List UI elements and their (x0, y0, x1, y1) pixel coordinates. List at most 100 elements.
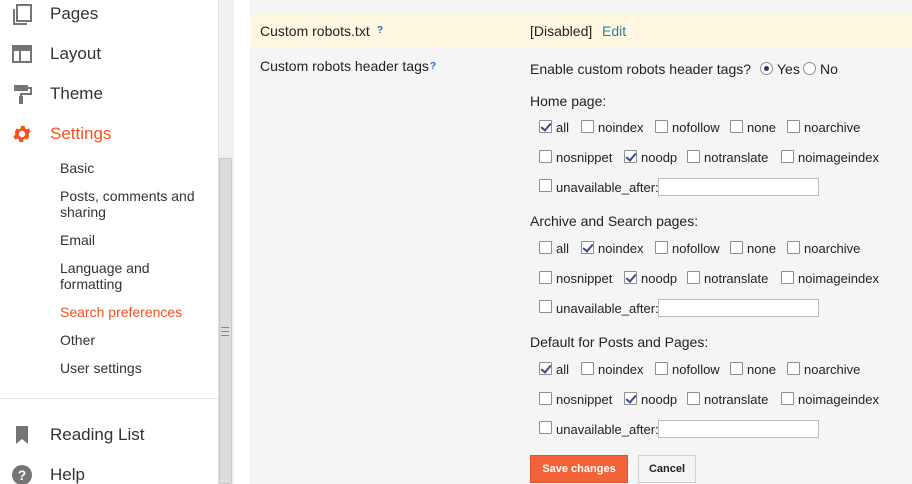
checkbox-home-nofollow[interactable] (655, 120, 668, 133)
checkbox-label: noimageindex (798, 150, 879, 165)
nav-item-label: Reading List (50, 425, 145, 444)
gear-icon (11, 123, 33, 145)
nav-item-theme[interactable]: Theme (0, 74, 218, 114)
checkbox-home-noindex[interactable] (581, 120, 594, 133)
checkbox-home-none[interactable] (730, 120, 743, 133)
section-title-archive-search: Archive and Search pages: (530, 213, 699, 229)
radio-yes-label: Yes (777, 61, 800, 77)
checkbox-archive-all[interactable] (539, 241, 552, 254)
checkbox-home-all[interactable] (539, 120, 552, 133)
checkbox-default-none[interactable] (730, 362, 743, 375)
scrollbar-thumb[interactable] (219, 158, 232, 484)
checkbox-label: unavailable_after: (556, 180, 659, 195)
checkbox-label: nofollow (672, 241, 720, 256)
checkbox-label: noindex (598, 241, 644, 256)
checkbox-default-noodp[interactable] (624, 392, 637, 405)
checkbox-home-notranslate[interactable] (687, 150, 700, 163)
nav-item-layout[interactable]: Layout (0, 34, 218, 74)
robots-txt-label: Custom robots.txt (260, 23, 370, 39)
svg-text:?: ? (18, 467, 27, 483)
checkbox-default-all[interactable] (539, 362, 552, 375)
checkbox-label: noimageindex (798, 271, 879, 286)
checkbox-label: unavailable_after: (556, 422, 659, 437)
radio-yes[interactable] (760, 62, 773, 75)
checkbox-label: all (556, 120, 570, 135)
sidebar-item-basic[interactable]: Basic (60, 160, 210, 176)
sidebar-item-posts-comments-sharing[interactable]: Posts, comments and sharing (60, 188, 210, 220)
help-icon: ? (11, 464, 33, 484)
checkbox-label: none (747, 241, 776, 256)
checkbox-home-noarchive[interactable] (787, 120, 800, 133)
robots-txt-edit-link[interactable]: Edit (602, 23, 626, 39)
checkbox-default-nosnippet[interactable] (539, 392, 552, 405)
checkbox-home-unavailable-after[interactable] (539, 179, 552, 192)
nav-item-reading-list[interactable]: Reading List (0, 415, 218, 455)
checkbox-label: none (747, 120, 776, 135)
sidebar-item-search-preferences[interactable]: Search preferences (60, 304, 210, 320)
checkbox-archive-nofollow[interactable] (655, 241, 668, 254)
checkbox-archive-none[interactable] (730, 241, 743, 254)
checkbox-archive-noindex[interactable] (581, 241, 594, 254)
checkbox-label: notranslate (704, 392, 769, 407)
robots-header-label: Custom robots header tags (260, 58, 429, 74)
nav-item-settings[interactable]: Settings (0, 114, 218, 154)
nav-item-label: Pages (50, 4, 99, 23)
checkbox-default-noindex[interactable] (581, 362, 594, 375)
checkbox-archive-nosnippet[interactable] (539, 271, 552, 284)
checkbox-label: noarchive (804, 120, 861, 135)
robots-txt-status: [Disabled] (530, 23, 593, 39)
checkbox-label: all (556, 362, 570, 377)
nav-item-label: Layout (50, 44, 102, 63)
checkbox-label: noindex (598, 120, 644, 135)
nav-item-label: Settings (50, 124, 112, 143)
checkbox-label: nosnippet (556, 271, 613, 286)
checkbox-default-noimageindex[interactable] (781, 392, 794, 405)
sidebar-item-user-settings[interactable]: User settings (60, 360, 210, 376)
checkbox-label: noindex (598, 362, 644, 377)
layout-icon (11, 43, 33, 65)
radio-no[interactable] (803, 62, 816, 75)
pages-icon (11, 3, 33, 25)
sidebar-divider (0, 398, 218, 399)
checkbox-default-nofollow[interactable] (655, 362, 668, 375)
checkbox-label: noimageindex (798, 392, 879, 407)
checkbox-home-noimageindex[interactable] (781, 150, 794, 163)
cancel-button[interactable]: Cancel (638, 455, 696, 483)
default-unavailable-after-input[interactable] (658, 420, 819, 438)
sidebar: Pages Layout Theme Settings Basic Posts,… (0, 0, 218, 484)
checkbox-label: nofollow (672, 120, 720, 135)
checkbox-archive-notranslate[interactable] (687, 271, 700, 284)
checkbox-label: nosnippet (556, 392, 613, 407)
robots-header-help-icon[interactable]: ? (430, 61, 436, 72)
checkbox-home-nosnippet[interactable] (539, 150, 552, 163)
robots-txt-help-icon[interactable]: ? (377, 25, 383, 36)
checkbox-archive-noodp[interactable] (624, 271, 637, 284)
checkbox-home-noodp[interactable] (624, 150, 637, 163)
sidebar-item-other[interactable]: Other (60, 332, 210, 348)
sidebar-item-language-formatting[interactable]: Language and formatting (60, 260, 210, 292)
nav-item-help[interactable]: ? Help (0, 455, 218, 484)
checkbox-archive-noimageindex[interactable] (781, 271, 794, 284)
checkbox-label: nofollow (672, 362, 720, 377)
nav-item-pages[interactable]: Pages (0, 0, 218, 34)
checkbox-default-noarchive[interactable] (787, 362, 800, 375)
checkbox-archive-noarchive[interactable] (787, 241, 800, 254)
home-unavailable-after-input[interactable] (658, 178, 819, 196)
checkbox-default-unavailable-after[interactable] (539, 421, 552, 434)
section-title-default-posts-pages: Default for Posts and Pages: (530, 334, 709, 350)
nav-item-label: Theme (50, 84, 103, 103)
save-changes-button[interactable]: Save changes (530, 455, 628, 483)
checkbox-label: notranslate (704, 271, 769, 286)
checkbox-label: none (747, 362, 776, 377)
checkbox-label: noodp (641, 150, 678, 165)
nav-item-label: Help (50, 465, 85, 484)
checkbox-label: noodp (641, 392, 678, 407)
archive-unavailable-after-input[interactable] (658, 299, 819, 317)
checkbox-archive-unavailable-after[interactable] (539, 300, 552, 313)
checkbox-label: unavailable_after: (556, 301, 659, 316)
checkbox-default-notranslate[interactable] (687, 392, 700, 405)
section-title-home-page: Home page: (530, 93, 607, 109)
sidebar-item-email[interactable]: Email (60, 232, 210, 248)
checkbox-label: notranslate (704, 150, 769, 165)
checkbox-label: noodp (641, 271, 678, 286)
